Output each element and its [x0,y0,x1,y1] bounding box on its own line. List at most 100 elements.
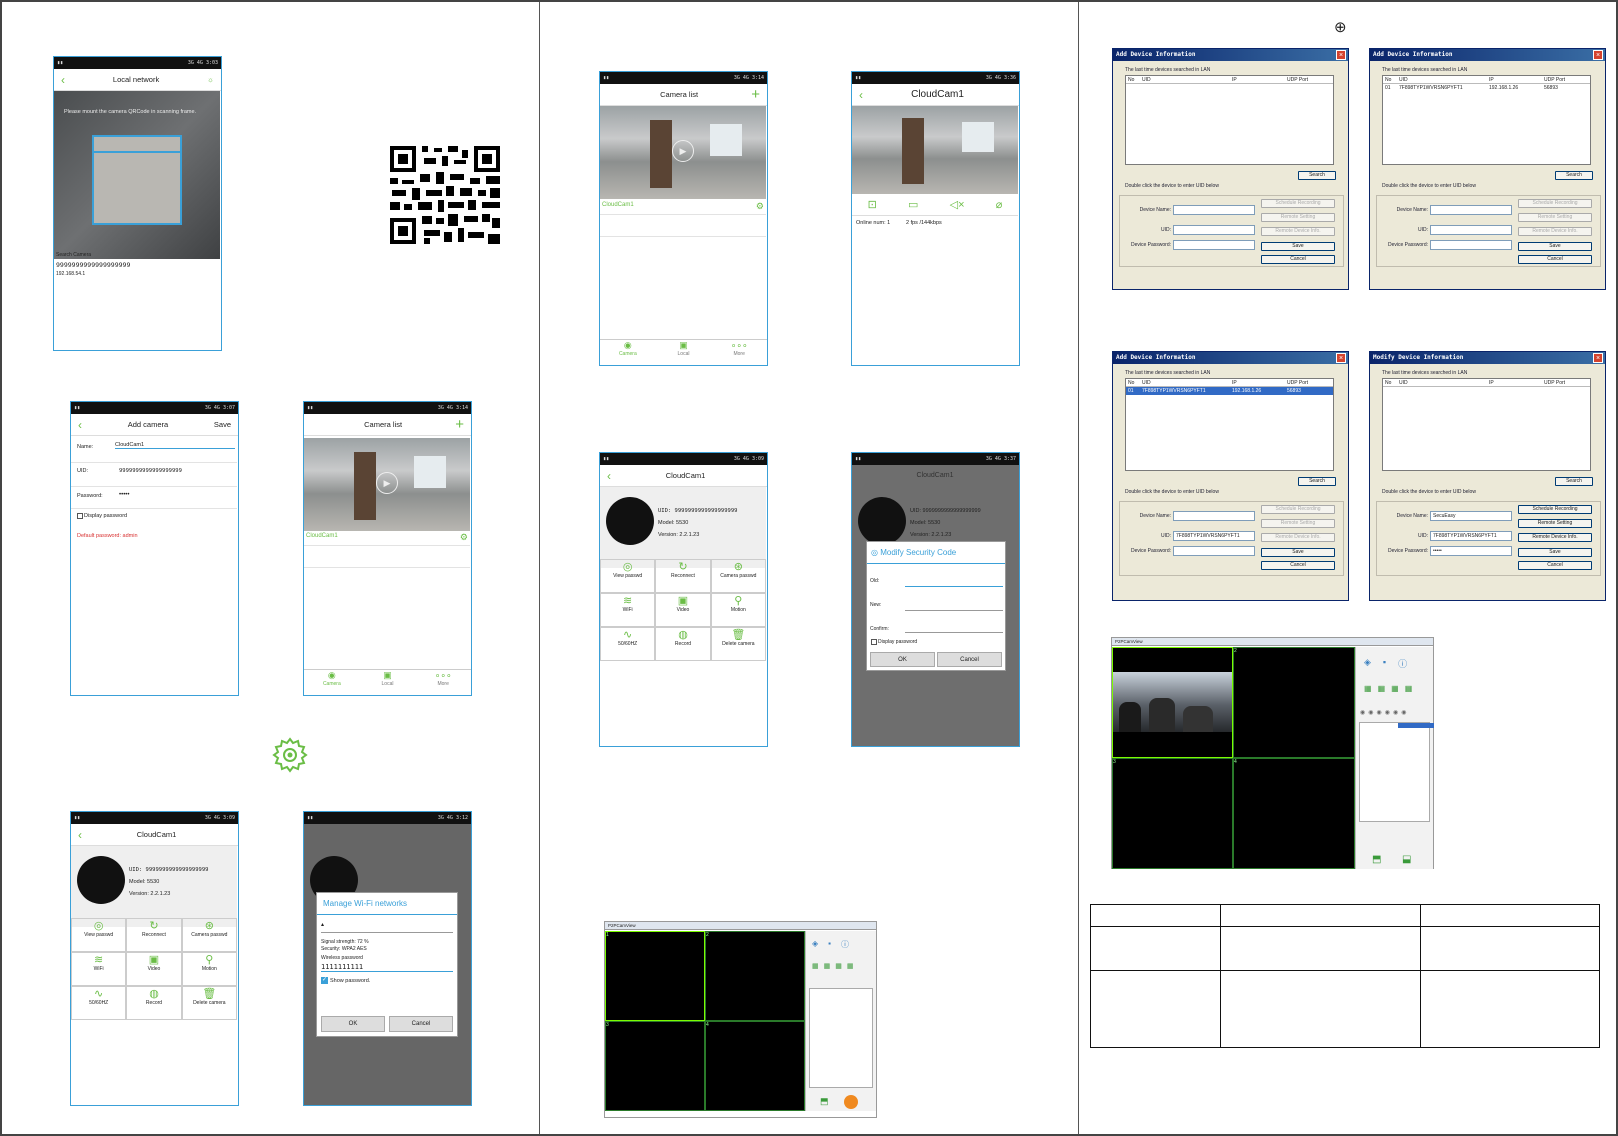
add-icon[interactable]: + [455,416,464,433]
video-channel-2[interactable]: 2 [1233,647,1355,758]
add-icon[interactable]: + [751,86,760,103]
device-name-input[interactable] [1430,204,1512,215]
device-name-input[interactable] [1173,510,1255,521]
tab-more[interactable]: ∘∘∘ More [415,670,471,695]
tab-camera[interactable]: ◉ Camera [600,340,656,365]
video-channel-3[interactable]: 3 [605,1021,705,1111]
remote-device-info-button[interactable]: Remote Device Info. [1261,532,1335,542]
cancel-button[interactable]: Cancel [1518,254,1592,264]
close-icon[interactable]: × [1336,50,1346,60]
layout-4-icon[interactable]: ▦ [1378,684,1386,693]
cancel-button[interactable]: Cancel [937,652,1002,667]
record-video-icon[interactable]: ▭ [908,198,918,211]
network-select[interactable]: ▴ [321,921,453,933]
schedule-recording-button[interactable]: Schedule Recording [1518,504,1592,514]
old-code-input[interactable] [905,586,1003,587]
tab-local[interactable]: ▣ Local [360,670,416,695]
device-list[interactable]: No UID IP UDP Port 01 7F898TYP1WVRSN6PYF… [1382,75,1591,165]
speaker-mute-icon[interactable]: ◁× [950,198,965,211]
device-password-input[interactable]: ••••• [1430,545,1512,556]
snapshot-icon[interactable]: ▪ [828,939,831,950]
wifi-button[interactable]: ≋ WiFi [600,593,656,627]
record-button[interactable]: ◍ Record [126,986,182,1020]
uid-input[interactable] [1173,224,1255,235]
delete-camera-button[interactable]: 🗑 Delete camera [710,627,766,661]
video-channel-2[interactable]: 2 [705,931,805,1021]
remote-setting-button[interactable]: Remote Setting [1518,212,1592,222]
camera-passwd-button[interactable]: ⊛ Camera passwd [181,918,237,952]
tab-more[interactable]: ∘∘∘ More [711,340,767,365]
microphone-mute-icon[interactable]: ⌀ [996,198,1003,211]
camera-name[interactable]: CloudCam1 [306,533,338,539]
tab-camera[interactable]: ◉ Camera [304,670,360,695]
save-button[interactable]: Save [214,420,231,429]
ptz-icon[interactable]: ◈ [812,939,818,950]
layout-9-icon[interactable]: ▦ [835,962,842,970]
search-button[interactable]: Search [1555,170,1593,180]
video-channel-4[interactable]: 4 [705,1021,805,1111]
camera-thumbnail[interactable]: ▶ [304,438,470,531]
tab-local[interactable]: ▣ Local [656,340,712,365]
reconnect-button[interactable]: ↻ Reconnect [655,559,711,593]
layout-1-icon[interactable]: ▦ [1364,684,1372,693]
device-name-input[interactable]: SecuEasy [1430,510,1512,521]
save-button[interactable]: Save [1261,547,1335,557]
device-password-input[interactable] [1430,239,1512,250]
uid-field[interactable]: 9999999999999999999 [119,468,182,474]
table-row[interactable]: 01 7F898TYP1WVRSN6PYFT1 192.168.1.26 568… [1126,387,1333,395]
save-button[interactable]: Save [1261,241,1335,251]
add-device-icon[interactable]: ⬒ [820,1096,829,1107]
found-uid[interactable]: 9999999999999999999 [56,261,130,269]
add-device-icon[interactable]: ⬒ [1372,854,1381,865]
device-list[interactable] [809,988,873,1088]
motion-button[interactable]: ⚲ Motion [181,952,237,986]
uid-input[interactable]: 7F898TYP1WVRSN6PYFT1 [1173,530,1255,541]
control-icon[interactable]: ◉ [1385,709,1390,716]
frequency-button[interactable]: ∿ 50/60HZ [600,627,656,661]
device-name-input[interactable] [1173,204,1255,215]
motion-button[interactable]: ⚲ Motion [710,593,766,627]
name-field[interactable]: CloudCam1 [115,442,235,449]
close-icon[interactable]: × [1593,353,1603,363]
video-channel-4[interactable]: 4 [1233,758,1355,869]
cancel-button[interactable]: Cancel [1261,254,1335,264]
device-list[interactable]: No UID IP UDP Port [1125,75,1334,165]
ok-button[interactable]: OK [870,652,935,667]
info-icon[interactable]: ⓘ [841,939,849,950]
play-icon[interactable]: ▶ [672,140,694,162]
layout-16-icon[interactable]: ▦ [847,962,854,970]
layout-16-icon[interactable]: ▦ [1405,684,1413,693]
remote-device-info-button[interactable]: Remote Device Info. [1518,532,1592,542]
cancel-button[interactable]: Cancel [1518,560,1592,570]
schedule-recording-button[interactable]: Schedule Recording [1518,198,1592,208]
remote-setting-button[interactable]: Remote Setting [1261,212,1335,222]
device-list[interactable]: No UID IP UDP Port 01 7F898TYP1WVRSN6PYF… [1125,378,1334,471]
table-row[interactable]: 01 7F898TYP1WVRSN6PYFT1 192.168.1.26 568… [1383,84,1590,92]
gear-icon[interactable]: ⚙ [756,201,764,212]
ok-button[interactable]: OK [321,1016,385,1032]
control-icon[interactable]: ◉ [1401,709,1406,716]
gear-icon[interactable]: ⚙ [460,532,468,543]
schedule-recording-button[interactable]: Schedule Recording [1261,504,1335,514]
cancel-button[interactable]: Cancel [1261,560,1335,570]
video-button[interactable]: ▣ Video [126,952,182,986]
play-icon[interactable]: ▶ [376,472,398,494]
bulb-icon[interactable]: ☼ [207,75,214,84]
control-icon[interactable]: ◉ [1377,709,1382,716]
remove-device-icon[interactable]: ⬓ [1402,854,1411,865]
video-channel-1[interactable]: 1 [605,931,705,1021]
save-button[interactable]: Save [1518,547,1592,557]
video-button[interactable]: ▣ Video [655,593,711,627]
wifi-button[interactable]: ≋ WiFi [71,952,127,986]
info-icon[interactable]: ⓘ [1398,657,1407,670]
control-icon[interactable]: ◉ [1368,709,1373,716]
ptz-icon[interactable]: ◈ [1364,657,1371,670]
frequency-button[interactable]: ∿ 50/60HZ [71,986,127,1020]
delete-camera-button[interactable]: 🗑 Delete camera [181,986,237,1020]
device-list[interactable]: No UID IP UDP Port [1382,378,1591,471]
new-code-input[interactable] [905,610,1003,611]
remote-setting-button[interactable]: Remote Setting [1261,518,1335,528]
reconnect-button[interactable]: ↻ Reconnect [126,918,182,952]
layout-9-icon[interactable]: ▦ [1391,684,1399,693]
layout-1-icon[interactable]: ▦ [812,962,819,970]
